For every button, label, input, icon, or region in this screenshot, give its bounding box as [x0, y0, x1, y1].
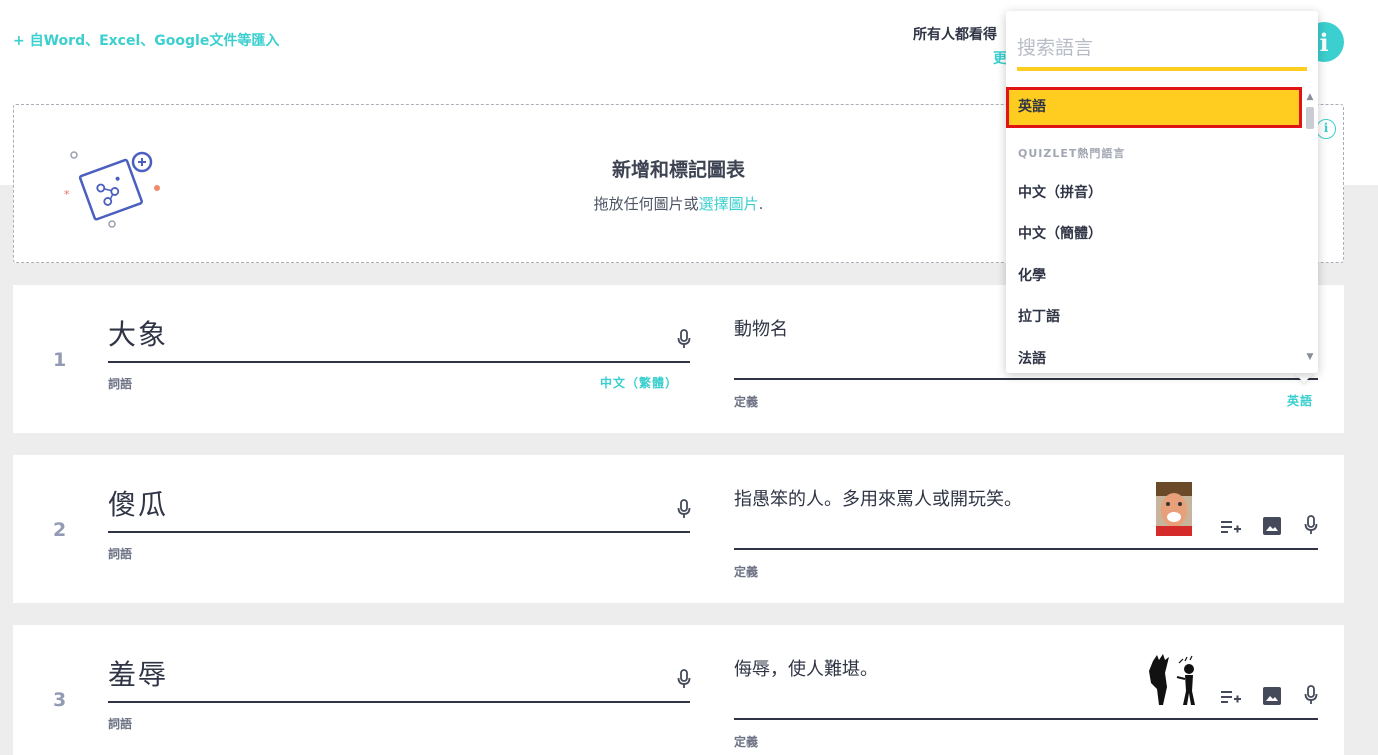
term-label: 詞語 [108, 377, 133, 391]
mic-icon[interactable] [676, 669, 692, 689]
definition-label: 定義 [734, 565, 759, 579]
visibility-change-link[interactable]: 更 [993, 48, 1007, 68]
language-option[interactable]: 法語 [1006, 339, 1302, 373]
term-label: 詞語 [108, 717, 133, 731]
language-option[interactable]: 化學 [1006, 256, 1302, 297]
scroll-down-icon[interactable]: ▼ [1306, 353, 1314, 362]
term-underline [108, 701, 690, 703]
mic-icon[interactable] [1303, 515, 1319, 535]
definition-label: 定義 [734, 735, 759, 749]
definition-image-thumbnail[interactable] [1156, 482, 1192, 536]
dropdown-scrollbar[interactable]: ▲ ▼ [1304, 91, 1316, 363]
language-option[interactable]: 中文（拼音） [1006, 173, 1302, 214]
definition-underline [734, 548, 1318, 550]
image-icon[interactable] [1263, 687, 1281, 705]
language-option[interactable]: 中文（簡體） [1006, 214, 1302, 255]
diagram-subtitle-text: 拖放任何圖片或 [593, 195, 699, 213]
definition-input[interactable]: 指愚笨的人。多用來罵人或開玩笑。 [734, 485, 1022, 511]
scroll-up-icon[interactable]: ▲ [1306, 93, 1314, 102]
diagram-info-icon[interactable]: i [1316, 119, 1336, 139]
language-search-input[interactable] [1017, 29, 1307, 67]
import-link[interactable]: + 自Word、Excel、Google文件等匯入 [13, 30, 279, 50]
language-option-selected[interactable]: 英語 [1006, 87, 1302, 128]
term-underline [108, 361, 690, 363]
definition-image-thumbnail[interactable] [1145, 653, 1203, 709]
term-input[interactable]: 大象 [108, 313, 168, 353]
term-input[interactable]: 羞辱 [108, 653, 168, 693]
term-language-link[interactable]: 中文（繁體） [600, 374, 678, 391]
definition-language-link[interactable]: 英語 [1287, 392, 1313, 409]
scrollbar-thumb[interactable] [1306, 107, 1314, 129]
card-number: 3 [53, 689, 67, 711]
term-card-3: 3 羞辱 詞語 侮辱，使人難堪。 定義 [13, 625, 1344, 755]
add-to-list-icon[interactable] [1221, 519, 1241, 535]
add-to-list-icon[interactable] [1221, 689, 1241, 705]
term-input[interactable]: 傻瓜 [108, 483, 168, 523]
mic-icon[interactable] [676, 329, 692, 349]
mic-icon[interactable] [1303, 685, 1319, 705]
language-dropdown: 英語 QUIZLET熱門語言 中文（拼音） 中文（簡體） 化學 拉丁語 法語 ▲… [1006, 11, 1318, 373]
card-number: 2 [53, 519, 67, 541]
term-underline [108, 531, 690, 533]
visibility-label: 所有人都看得 [913, 27, 997, 43]
diagram-subtitle-suffix: . [758, 195, 764, 213]
card-number: 1 [53, 349, 67, 371]
language-option[interactable]: 拉丁語 [1006, 297, 1302, 338]
definition-underline [734, 718, 1318, 720]
definition-input[interactable]: 侮辱，使人難堪。 [734, 655, 878, 681]
term-label: 詞語 [108, 547, 133, 561]
choose-image-link[interactable]: 選擇圖片 [699, 195, 759, 213]
search-underline [1017, 67, 1307, 71]
language-list[interactable]: 英語 QUIZLET熱門語言 中文（拼音） 中文（簡體） 化學 拉丁語 法語 [1006, 87, 1302, 373]
image-icon[interactable] [1263, 517, 1281, 535]
section-title: QUIZLET熱門語言 [1018, 147, 1126, 160]
term-card-2: 2 傻瓜 詞語 指愚笨的人。多用來罵人或開玩笑。 定義 [13, 455, 1344, 603]
definition-label: 定義 [734, 395, 759, 409]
definition-input[interactable]: 動物名 [734, 315, 788, 341]
definition-underline [734, 378, 1318, 380]
mic-icon[interactable] [676, 499, 692, 519]
